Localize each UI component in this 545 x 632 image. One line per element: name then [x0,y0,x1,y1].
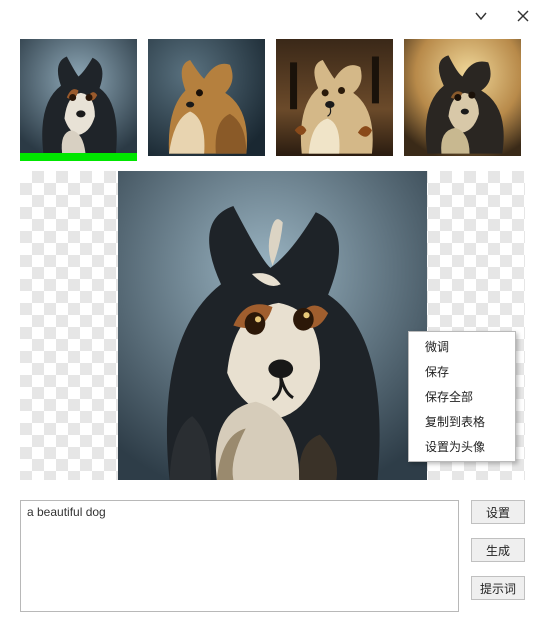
menu-item-copy-to-table[interactable]: 复制到表格 [411,409,513,434]
dog-image-icon [276,38,393,157]
minimize-button[interactable] [469,4,493,28]
thumbnail-4[interactable] [404,38,521,157]
chevron-down-icon [474,9,488,23]
dog-image-icon [404,38,521,157]
generate-button[interactable]: 生成 [471,538,525,562]
menu-item-save-all[interactable]: 保存全部 [411,384,513,409]
context-menu: 微调 保存 保存全部 复制到表格 设置为头像 [408,331,516,462]
thumbnail-row [0,32,545,157]
bottom-panel: 设置 生成 提示词 [20,500,525,615]
settings-button[interactable]: 设置 [471,500,525,524]
prompt-input[interactable] [20,500,459,612]
window-titlebar [0,0,545,32]
button-column: 设置 生成 提示词 [471,500,525,615]
close-button[interactable] [511,4,535,28]
menu-item-finetune[interactable]: 微调 [411,334,513,359]
dog-image-icon [20,38,137,157]
menu-item-set-avatar[interactable]: 设置为头像 [411,434,513,459]
prompt-words-button[interactable]: 提示词 [471,576,525,600]
prompt-wrap [20,500,459,615]
thumbnail-3[interactable] [276,38,393,157]
thumbnail-2[interactable] [148,38,265,157]
thumbnail-1[interactable] [20,38,137,157]
dog-image-icon [148,38,265,157]
menu-item-save[interactable]: 保存 [411,359,513,384]
dog-image-icon [118,171,427,480]
close-icon [517,10,529,22]
preview-image[interactable] [118,171,427,480]
